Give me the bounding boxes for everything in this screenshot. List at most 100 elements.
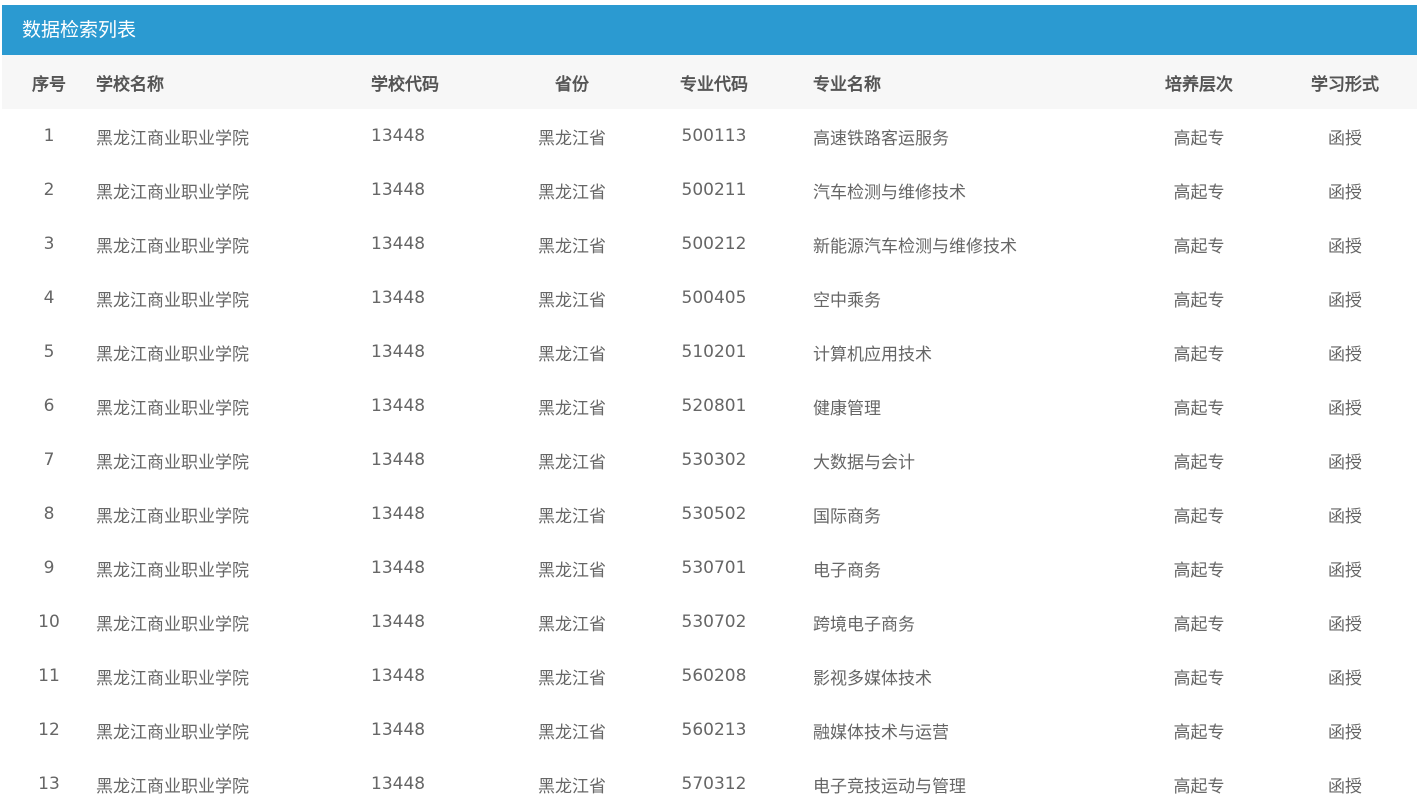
cell-level: 高起专 (1173, 614, 1225, 635)
cell-province: 黑龙江省 (538, 506, 606, 527)
cell-level: 高起专 (1173, 452, 1225, 473)
data-search-panel: 数据检索列表 序号 学校名称 学校代码 省份 专业代码 专业名称 培养层次 学习… (2, 5, 1417, 804)
cell-school-name: 黑龙江商业职业学院 (96, 128, 249, 149)
cell-major-name: 高速铁路客运服务 (813, 128, 949, 149)
cell-province: 黑龙江省 (538, 128, 606, 149)
cell-province: 黑龙江省 (538, 452, 606, 473)
cell-school-name: 黑龙江商业职业学院 (96, 236, 249, 257)
cell-school-code: 13448 (371, 612, 426, 632)
cell-study-form: 函授 (1328, 614, 1362, 635)
cell-school-name: 黑龙江商业职业学院 (96, 506, 249, 527)
cell-major-name: 融媒体技术与运营 (813, 722, 949, 743)
cell-school-name: 黑龙江商业职业学院 (96, 614, 249, 635)
table-row: 4 黑龙江商业职业学院 13448 黑龙江省 500405 空中乘务 高起专 函授 (2, 271, 1417, 325)
cell-school-name: 黑龙江商业职业学院 (96, 722, 249, 743)
header-school-code: 学校代码 (371, 74, 439, 95)
cell-province: 黑龙江省 (538, 290, 606, 311)
cell-school-name: 黑龙江商业职业学院 (96, 182, 249, 203)
cell-province: 黑龙江省 (538, 236, 606, 257)
cell-index: 9 (43, 558, 55, 578)
cell-school-name: 黑龙江商业职业学院 (96, 398, 249, 419)
cell-school-code: 13448 (371, 720, 426, 740)
header-school-name: 学校名称 (96, 74, 164, 95)
cell-province: 黑龙江省 (538, 560, 606, 581)
cell-school-name: 黑龙江商业职业学院 (96, 452, 249, 473)
cell-study-form: 函授 (1328, 722, 1362, 743)
cell-major-code: 520801 (681, 396, 747, 416)
cell-major-code: 510201 (681, 342, 747, 362)
cell-study-form: 函授 (1328, 182, 1362, 203)
cell-study-form: 函授 (1328, 560, 1362, 581)
cell-major-code: 570312 (681, 774, 747, 794)
cell-major-name: 电子竞技运动与管理 (813, 776, 966, 797)
table-header-row: 序号 学校名称 学校代码 省份 专业代码 专业名称 培养层次 学习形式 (2, 55, 1417, 109)
table-row: 9 黑龙江商业职业学院 13448 黑龙江省 530701 电子商务 高起专 函授 (2, 541, 1417, 595)
cell-school-name: 黑龙江商业职业学院 (96, 344, 249, 365)
cell-province: 黑龙江省 (538, 614, 606, 635)
cell-school-code: 13448 (371, 396, 426, 416)
cell-index: 5 (43, 342, 55, 362)
cell-study-form: 函授 (1328, 398, 1362, 419)
panel-title: 数据检索列表 (2, 5, 1417, 55)
cell-index: 12 (38, 720, 60, 740)
cell-major-code: 500212 (681, 234, 747, 254)
cell-study-form: 函授 (1328, 506, 1362, 527)
cell-major-name: 汽车检测与维修技术 (813, 182, 966, 203)
cell-province: 黑龙江省 (538, 344, 606, 365)
cell-school-code: 13448 (371, 504, 426, 524)
cell-level: 高起专 (1173, 128, 1225, 149)
cell-school-code: 13448 (371, 774, 426, 794)
cell-province: 黑龙江省 (538, 722, 606, 743)
cell-school-name: 黑龙江商业职业学院 (96, 560, 249, 581)
cell-province: 黑龙江省 (538, 398, 606, 419)
cell-major-name: 计算机应用技术 (813, 344, 932, 365)
cell-level: 高起专 (1173, 398, 1225, 419)
cell-study-form: 函授 (1328, 668, 1362, 689)
cell-index: 10 (38, 612, 60, 632)
table-row: 2 黑龙江商业职业学院 13448 黑龙江省 500211 汽车检测与维修技术 高起专 函授 (2, 163, 1417, 217)
cell-index: 13 (38, 774, 60, 794)
table-row: 5 黑龙江商业职业学院 13448 黑龙江省 510201 计算机应用技术 高起专 函授 (2, 325, 1417, 379)
cell-major-code: 500113 (681, 126, 747, 146)
cell-province: 黑龙江省 (538, 776, 606, 797)
cell-index: 2 (43, 180, 55, 200)
cell-major-code: 530701 (681, 558, 747, 578)
cell-school-code: 13448 (371, 342, 426, 362)
header-index: 序号 (32, 74, 66, 95)
table-row: 8 黑龙江商业职业学院 13448 黑龙江省 530502 国际商务 高起专 函授 (2, 487, 1417, 541)
cell-major-name: 跨境电子商务 (813, 614, 915, 635)
cell-index: 4 (43, 288, 55, 308)
cell-study-form: 函授 (1328, 290, 1362, 311)
cell-school-name: 黑龙江商业职业学院 (96, 668, 249, 689)
header-study-form: 学习形式 (1311, 74, 1379, 95)
cell-major-name: 新能源汽车检测与维修技术 (813, 236, 1017, 257)
cell-index: 8 (43, 504, 55, 524)
cell-major-name: 健康管理 (813, 398, 881, 419)
cell-study-form: 函授 (1328, 776, 1362, 797)
cell-major-name: 电子商务 (813, 560, 881, 581)
cell-major-code: 560208 (681, 666, 747, 686)
cell-major-code: 530302 (681, 450, 747, 470)
table-row: 12 黑龙江商业职业学院 13448 黑龙江省 560213 融媒体技术与运营 高起专 函授 (2, 703, 1417, 757)
cell-major-code: 530702 (681, 612, 747, 632)
cell-major-code: 560213 (681, 720, 747, 740)
cell-major-code: 500405 (681, 288, 747, 308)
header-major-name: 专业名称 (813, 74, 881, 95)
table-row: 6 黑龙江商业职业学院 13448 黑龙江省 520801 健康管理 高起专 函授 (2, 379, 1417, 433)
cell-major-name: 大数据与会计 (813, 452, 915, 473)
cell-study-form: 函授 (1328, 236, 1362, 257)
cell-index: 11 (38, 666, 60, 686)
cell-major-name: 国际商务 (813, 506, 881, 527)
cell-province: 黑龙江省 (538, 668, 606, 689)
cell-school-code: 13448 (371, 288, 426, 308)
table-row: 11 黑龙江商业职业学院 13448 黑龙江省 560208 影视多媒体技术 高起专 函授 (2, 649, 1417, 703)
cell-major-name: 影视多媒体技术 (813, 668, 932, 689)
cell-level: 高起专 (1173, 722, 1225, 743)
table-row: 1 黑龙江商业职业学院 13448 黑龙江省 500113 高速铁路客运服务 高起专 函授 (2, 109, 1417, 163)
cell-province: 黑龙江省 (538, 182, 606, 203)
cell-index: 3 (43, 234, 55, 254)
cell-index: 6 (43, 396, 55, 416)
cell-level: 高起专 (1173, 668, 1225, 689)
cell-school-code: 13448 (371, 126, 426, 146)
cell-level: 高起专 (1173, 182, 1225, 203)
